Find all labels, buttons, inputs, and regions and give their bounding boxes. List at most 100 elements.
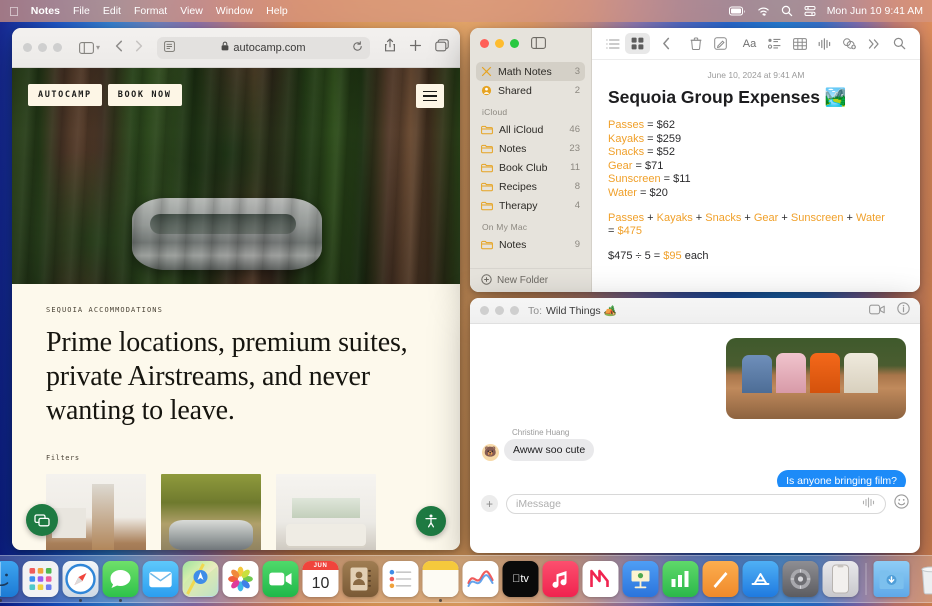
thumbnail-airstream-bedroom[interactable] <box>276 474 376 550</box>
thumbnail-airstream-interior[interactable] <box>46 474 146 550</box>
chat-bubble-icon[interactable] <box>26 504 58 536</box>
sidebar-item-math-notes[interactable]: Math Notes 3 <box>476 62 585 81</box>
minimize-button[interactable] <box>38 43 47 52</box>
dock-item-safari[interactable] <box>63 561 99 597</box>
battery-icon[interactable] <box>729 6 746 17</box>
dock-item-finder[interactable] <box>0 561 19 597</box>
menu-item-view[interactable]: View <box>180 5 203 17</box>
dock-item-contacts[interactable] <box>343 561 379 597</box>
info-circle-icon[interactable] <box>897 302 910 320</box>
reader-view-icon[interactable] <box>164 39 175 57</box>
book-now-button[interactable]: BOOK NOW <box>108 84 182 106</box>
facetime-video-icon[interactable] <box>869 302 885 320</box>
dock-item-numbers[interactable] <box>663 561 699 597</box>
messages-traffic-lights[interactable] <box>480 306 519 315</box>
more-icon[interactable] <box>862 33 887 54</box>
safari-window[interactable]: ▾ autocamp.com <box>12 28 460 550</box>
chevron-down-icon[interactable]: ▾ <box>96 43 100 52</box>
control-center-icon[interactable] <box>804 5 816 17</box>
share-icon[interactable] <box>384 38 396 57</box>
sidebar-toggle-icon[interactable] <box>531 37 546 49</box>
photo-attachment-message[interactable] <box>726 338 906 419</box>
accessibility-icon[interactable] <box>416 506 446 536</box>
dock-item-downloads[interactable] <box>874 561 910 597</box>
sidebar-item-all-icloud[interactable]: All iCloud 46 <box>476 120 585 139</box>
dock-item-keynote[interactable] <box>623 561 659 597</box>
table-icon[interactable] <box>787 33 812 54</box>
back-icon[interactable] <box>654 33 679 54</box>
search-icon[interactable] <box>887 33 912 54</box>
new-tab-icon[interactable] <box>409 39 422 57</box>
dock-item-photos[interactable] <box>223 561 259 597</box>
dock-item-tv[interactable]: tv <box>503 561 539 597</box>
notes-traffic-lights[interactable] <box>480 39 519 48</box>
message-bubble[interactable]: Awww soo cute <box>504 439 594 461</box>
delete-icon[interactable] <box>683 33 708 54</box>
menu-item-window[interactable]: Window <box>216 5 253 17</box>
recipient-field[interactable]: To: Wild Things 🏕️ <box>528 304 617 317</box>
dock-item-pages[interactable] <box>703 561 739 597</box>
site-brand-logo[interactable]: AUTOCAMP <box>28 84 102 106</box>
thumbnail-airstream-exterior[interactable] <box>161 474 261 550</box>
sidebar-item-book-club[interactable]: Book Club 11 <box>476 158 585 177</box>
emoji-icon[interactable] <box>894 494 909 514</box>
sidebar-item-notes[interactable]: Notes 23 <box>476 139 585 158</box>
dock-item-maps[interactable] <box>183 561 219 597</box>
dock-item-system-settings[interactable] <box>783 561 819 597</box>
audio-icon[interactable] <box>812 33 837 54</box>
back-icon[interactable] <box>115 39 123 57</box>
menu-item-file[interactable]: File <box>73 5 90 17</box>
zoom-button[interactable] <box>510 39 519 48</box>
avatar[interactable]: 🐻 <box>482 444 499 461</box>
dock-item-calendar[interactable]: JUN 10 <box>303 561 339 597</box>
close-button[interactable] <box>480 306 489 315</box>
dock[interactable]: JUN 10 tv <box>0 555 932 603</box>
menubar-clock[interactable]: Mon Jun 10 9:41 AM <box>827 5 923 17</box>
wifi-icon[interactable] <box>757 6 770 17</box>
collaborate-icon[interactable] <box>837 33 862 54</box>
dock-item-trash[interactable] <box>914 561 932 597</box>
safari-traffic-lights[interactable] <box>23 43 62 52</box>
minimize-button[interactable] <box>495 39 504 48</box>
dock-item-freeform[interactable] <box>463 561 499 597</box>
close-button[interactable] <box>480 39 489 48</box>
note-content[interactable]: June 10, 2024 at 9:41 AM Sequoia Group E… <box>592 60 920 273</box>
sidebar-item-local-notes[interactable]: Notes 9 <box>476 235 585 254</box>
dock-item-iphone-mirroring[interactable] <box>823 561 859 597</box>
dock-item-launchpad[interactable] <box>23 561 59 597</box>
compose-icon[interactable] <box>708 33 733 54</box>
zoom-button[interactable] <box>510 306 519 315</box>
reload-icon[interactable] <box>352 39 363 57</box>
menu-item-edit[interactable]: Edit <box>103 5 121 17</box>
dock-item-reminders[interactable] <box>383 561 419 597</box>
notes-window[interactable]: Math Notes 3 Shared 2 iCloud All iCloud … <box>470 28 920 292</box>
messages-window[interactable]: To: Wild Things 🏕️ Christine Huang <box>470 298 920 553</box>
dock-item-facetime[interactable] <box>263 561 299 597</box>
minimize-button[interactable] <box>495 306 504 315</box>
format-icon[interactable]: Aa <box>737 33 762 54</box>
dock-item-messages[interactable] <box>103 561 139 597</box>
address-bar[interactable]: autocamp.com <box>157 37 370 59</box>
sidebar-item-recipes[interactable]: Recipes 8 <box>476 177 585 196</box>
dock-item-notes[interactable] <box>423 561 459 597</box>
new-folder-button[interactable]: New Folder <box>470 268 591 292</box>
checklist-icon[interactable] <box>762 33 787 54</box>
gallery-view-icon[interactable] <box>625 33 650 54</box>
zoom-button[interactable] <box>53 43 62 52</box>
list-view-icon[interactable] <box>600 33 625 54</box>
dock-item-news[interactable] <box>583 561 619 597</box>
dock-item-mail[interactable] <box>143 561 179 597</box>
dock-item-app-store[interactable] <box>743 561 779 597</box>
sidebar-item-therapy[interactable]: Therapy 4 <box>476 196 585 215</box>
plus-icon[interactable]: + <box>481 495 498 512</box>
apple-logo-icon[interactable]:  <box>9 5 19 18</box>
sidebar-item-shared[interactable]: Shared 2 <box>476 81 585 100</box>
hamburger-menu-icon[interactable] <box>416 84 444 108</box>
filters-label[interactable]: Filters <box>46 454 426 462</box>
audio-waveform-icon[interactable] <box>862 497 876 511</box>
search-icon[interactable] <box>781 5 793 17</box>
menu-item-format[interactable]: Format <box>134 5 167 17</box>
menu-app-name[interactable]: Notes <box>31 5 60 17</box>
forward-icon[interactable] <box>135 39 143 57</box>
close-button[interactable] <box>23 43 32 52</box>
